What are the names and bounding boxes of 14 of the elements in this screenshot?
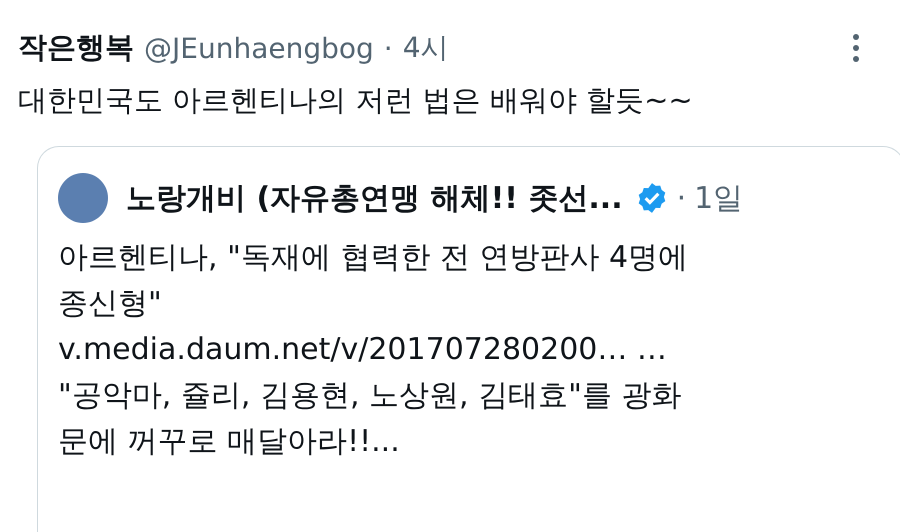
post-time[interactable]: 1일 (694, 178, 744, 218)
display-name[interactable]: 작은행복 (18, 28, 134, 68)
separator-dot: · (384, 32, 393, 64)
link[interactable]: v.media.daum.net/v/201707280200… … (58, 327, 667, 373)
quoted-post-card[interactable]: 노랑개비 (자유총연맹 해체!! 좃선... · 1일 아르헨티나, "독재에 협력한 전 연방판사 4명에 종신형" v.media.daum.net/v/201707280200… … "공악마, 쥴리, 김용현, 노상원, 김태효"를 광화문에 꺼꾸로 매달아라!!... (37, 146, 900, 532)
more-options-icon[interactable] (852, 33, 860, 63)
display-name[interactable]: 노랑개비 (자유총연맹 해체!! 좃선... (126, 178, 623, 218)
quoted-post-text: 아르헨티나, "독재에 협력한 전 연방판사 4명에 종신형" (58, 239, 690, 323)
separator-dot: · (676, 180, 686, 216)
post-text: 대한민국도 아르헨티나의 저런 법은 배워야 할듯~~ (18, 82, 694, 119)
user-handle[interactable]: @JEunhaengbog (144, 32, 374, 64)
quoted-post-text: "공악마, 쥴리, 김용현, 노상원, 김태효"를 광화문에 꺼꾸로 매달아라!!... (58, 377, 682, 461)
post-time[interactable]: 4시 (402, 29, 449, 67)
avatar-image-placeholder[interactable] (58, 173, 108, 223)
